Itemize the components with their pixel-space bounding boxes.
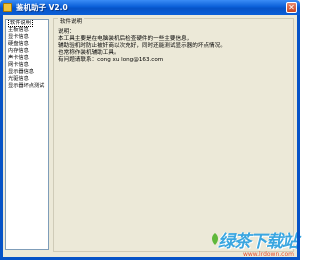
nav-item-label: 显卡信息 — [8, 34, 29, 40]
help-line: 也常称作装机辅助工具。 — [58, 50, 120, 56]
nav-item[interactable]: 显示器信息 — [6, 69, 48, 76]
nav-item[interactable]: 声卡信息 — [6, 55, 48, 62]
nav-item[interactable]: 显示器坏点测试 — [6, 83, 48, 90]
help-text: 说明： 本工具主要是在电脑装机后检查硬件的一些主要信息， 辅助验机时防止被奸商以… — [58, 29, 288, 64]
nav-item[interactable]: 内存信息 — [6, 48, 48, 55]
help-line: 辅助验机时防止被奸商以次充好，同时还能测试显示器的坏点情况。 — [58, 43, 226, 49]
help-line: 本工具主要是在电脑装机后检查硬件的一些主要信息， — [58, 36, 193, 42]
help-line: 说明： — [58, 29, 75, 35]
nav-item[interactable]: 硬盘信息 — [6, 41, 48, 48]
content-group: 软件说明 说明： 本工具主要是在电脑装机后检查硬件的一些主要信息， 辅助验机时防… — [53, 18, 294, 252]
main-window: 鉴机助子 V2.0 ✕ 软件说明 主板信息 显卡信息 硬盘信息 内存信息 声卡信息 网卡信息… — [0, 0, 300, 260]
help-line: 有问题请联系：cong xu long@163.com — [58, 57, 164, 63]
content-group-title: 软件说明 — [58, 18, 85, 26]
nav-item[interactable]: 软件说明 — [6, 20, 48, 27]
watermark-logo: 绿茶下载站 www.lrdown.com — [210, 225, 299, 259]
nav-item[interactable]: 网卡信息 — [6, 62, 48, 69]
window-title: 鉴机助子 V2.0 — [16, 3, 68, 12]
nav-item[interactable]: 光驱信息 — [6, 76, 48, 83]
nav-item-label: 软件说明 — [8, 20, 33, 27]
nav-item-label: 硬盘信息 — [8, 41, 29, 47]
nav-item[interactable]: 显卡信息 — [6, 34, 48, 41]
app-icon — [3, 3, 12, 12]
nav-item-label: 声卡信息 — [8, 55, 29, 61]
nav-item-label: 主板信息 — [8, 27, 29, 33]
nav-item-label: 内存信息 — [8, 48, 29, 54]
nav-item[interactable]: 主板信息 — [6, 27, 48, 34]
nav-item-label: 网卡信息 — [8, 62, 29, 68]
nav-item-label: 显示器坏点测试 — [8, 83, 45, 89]
nav-item-label: 光驱信息 — [8, 76, 29, 82]
watermark-url: www.lrdown.com — [242, 251, 294, 258]
nav-item-label: 显示器信息 — [8, 69, 34, 75]
close-button[interactable]: ✕ — [286, 2, 297, 13]
title-bar[interactable]: 鉴机助子 V2.0 ✕ — [0, 0, 300, 15]
nav-list[interactable]: 软件说明 主板信息 显卡信息 硬盘信息 内存信息 声卡信息 网卡信息 显示器信息 光驱信息 显示器… — [5, 19, 49, 250]
watermark-text: 绿茶下载站 — [218, 232, 299, 252]
